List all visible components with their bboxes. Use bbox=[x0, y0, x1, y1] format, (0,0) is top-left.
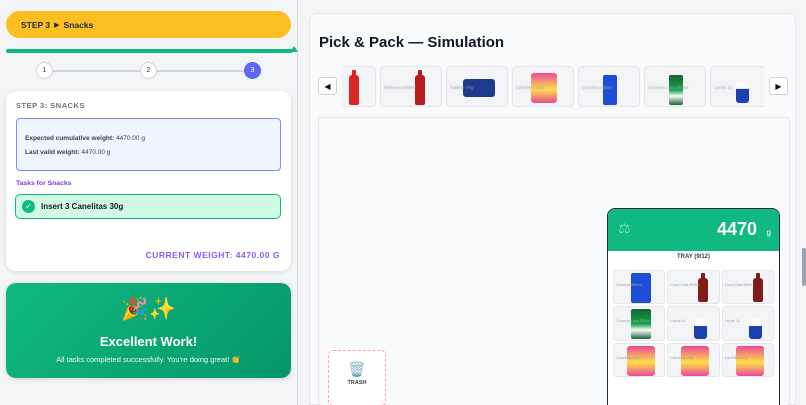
product-carousel[interactable]: Agua 1L Refresco 600ml Galleta 47g Canelita… bbox=[342, 64, 764, 110]
scale-unit: g bbox=[766, 228, 771, 237]
step-number: STEP 3 bbox=[21, 19, 51, 30]
product-label: Refresco 600ml bbox=[384, 85, 416, 90]
scale-weight: 4470 bbox=[716, 219, 757, 239]
trash-label: TRASH bbox=[347, 380, 367, 386]
tray-item-label: Leche 1L bbox=[724, 319, 741, 324]
last-valid-weight-label: Last valid weight: bbox=[25, 149, 80, 156]
tray-grid[interactable]: Cerveza 355ml Coca Cola 600ml Coca Cola 60… bbox=[613, 270, 774, 377]
bottle-image bbox=[415, 70, 425, 105]
scale-widget[interactable]: ⚖ 4470 g TRAY (9/12) Cerveza 355ml Coca C… bbox=[607, 208, 780, 405]
tasks-label: Tasks for Snacks bbox=[16, 180, 72, 187]
jug-image bbox=[694, 319, 708, 340]
celebration-icon: 🎉✨ bbox=[121, 296, 176, 321]
progress-bar bbox=[6, 49, 293, 53]
tray-item-label: Canelitas 30g bbox=[670, 355, 694, 360]
scrollbar[interactable] bbox=[802, 248, 806, 286]
simulation-panel: Pick & Pack — Simulation ◀ Agua 1L Refres… bbox=[309, 13, 796, 405]
tray-item-label: Coca Cola 600ml bbox=[724, 283, 754, 287]
weight-info-box: Expected cumulative weight: 4470.00 g La… bbox=[16, 118, 281, 171]
can-image bbox=[603, 75, 617, 105]
tray-slot[interactable]: Cerveza Lata 355ml bbox=[613, 306, 666, 341]
task-item: ✓ Insert 3 Canelitas 30g bbox=[15, 194, 281, 219]
product-card[interactable]: Agua 1L bbox=[342, 66, 376, 107]
last-valid-weight-line: Last valid weight: 4470.00 g bbox=[25, 149, 110, 156]
tray-slot[interactable]: Canelitas 30g bbox=[667, 342, 720, 377]
step-card-title: STEP 3: SNACKS bbox=[16, 101, 85, 110]
tray-item-label: Coca Cola 600ml bbox=[670, 283, 700, 287]
tray-item-label: Canelitas 30g bbox=[724, 355, 748, 360]
tray-item-label: Cerveza 355ml bbox=[616, 283, 642, 287]
can-image bbox=[631, 273, 651, 303]
expected-weight-value: 4470.00 g bbox=[116, 135, 145, 142]
bag-image bbox=[627, 345, 655, 376]
step-1[interactable]: 1 bbox=[36, 62, 53, 79]
product-card[interactable]: Leche 1L bbox=[710, 66, 764, 107]
bag-image bbox=[735, 345, 764, 376]
jug-image bbox=[748, 319, 762, 340]
tray-slot[interactable]: Leche 1L bbox=[721, 306, 774, 341]
task-text: Insert 3 Canelitas 30g bbox=[41, 202, 124, 211]
step-name: Snacks bbox=[63, 19, 94, 30]
tray-slot[interactable]: Coca Cola 600ml bbox=[721, 270, 774, 305]
last-valid-weight-value: 4470.00 g bbox=[81, 149, 111, 156]
carousel-prev-button[interactable]: ◀ bbox=[318, 77, 337, 95]
can-image bbox=[669, 75, 683, 105]
bottle-image bbox=[752, 273, 763, 302]
product-label: Cerveza Lata 355ml bbox=[648, 85, 689, 90]
tray-slot[interactable]: Canelitas 30g bbox=[721, 342, 774, 377]
tray-item-label: Canelitas 30g bbox=[616, 355, 640, 360]
play-icon: ▶ bbox=[54, 21, 60, 29]
trash-icon: 🗑️ bbox=[348, 361, 366, 377]
can-image bbox=[631, 309, 651, 340]
tray-slot[interactable]: Coca Cola 600ml bbox=[667, 270, 720, 305]
tray-slot[interactable]: Leche 1L bbox=[667, 306, 720, 341]
success-title: Excellent Work! bbox=[99, 334, 198, 349]
check-icon: ✓ bbox=[22, 200, 35, 213]
tray-item-label: Leche 1L bbox=[670, 319, 686, 324]
progress-tip-icon bbox=[290, 46, 298, 52]
tray-item-label: Cerveza Lata 355ml bbox=[616, 319, 650, 324]
success-banner: 🎉✨ Excellent Work! All tasks completed s… bbox=[6, 283, 291, 378]
bag-image bbox=[681, 345, 710, 376]
product-label: Galleta 47g bbox=[450, 85, 474, 90]
product-label: Leche 1L bbox=[714, 85, 733, 90]
product-card[interactable]: Cerveza Lata 355ml bbox=[644, 66, 706, 107]
product-card[interactable]: Refresco 600ml bbox=[380, 66, 442, 107]
bottle-image bbox=[698, 273, 709, 302]
current-weight: CURRENT WEIGHT: 4470.00 G bbox=[145, 250, 280, 260]
jug-image bbox=[736, 81, 749, 103]
scale-icon: ⚖ bbox=[618, 220, 631, 236]
product-card[interactable]: Galleta 47g bbox=[446, 66, 508, 107]
product-label: Canelitas 30g bbox=[516, 85, 544, 90]
tray-slot[interactable]: Canelitas 30g bbox=[613, 342, 666, 377]
tray-slot[interactable]: Cerveza 355ml bbox=[613, 270, 666, 305]
left-panel: STEP 3 ▶ Snacks 1 2 3 STEP 3: SNACKS Exp… bbox=[0, 0, 298, 405]
bottle-image bbox=[349, 70, 359, 105]
tray-label: TRAY (9/12) bbox=[676, 254, 710, 260]
scale-header: ⚖ 4470 g bbox=[608, 209, 779, 251]
expected-weight-label: Expected cumulative weight: bbox=[25, 135, 115, 142]
carousel-next-button[interactable]: ▶ bbox=[769, 77, 788, 95]
step-3[interactable]: 3 bbox=[244, 62, 261, 79]
page-title: Pick & Pack — Simulation bbox=[319, 34, 505, 51]
current-step-pill: STEP 3 ▶ Snacks bbox=[6, 11, 291, 38]
trash-dropzone[interactable]: 🗑️ TRASH bbox=[328, 350, 386, 405]
step-card: STEP 3: SNACKS Expected cumulative weigh… bbox=[6, 91, 291, 271]
step-2[interactable]: 2 bbox=[140, 62, 157, 79]
success-subtitle: All tasks completed successfully. You're… bbox=[56, 355, 241, 364]
product-card[interactable]: Cerveza 355ml bbox=[578, 66, 640, 107]
expected-weight-line: Expected cumulative weight: 4470.00 g bbox=[25, 135, 145, 142]
product-card[interactable]: Canelitas 30g bbox=[512, 66, 574, 107]
product-label: Cerveza 355ml bbox=[582, 85, 613, 90]
